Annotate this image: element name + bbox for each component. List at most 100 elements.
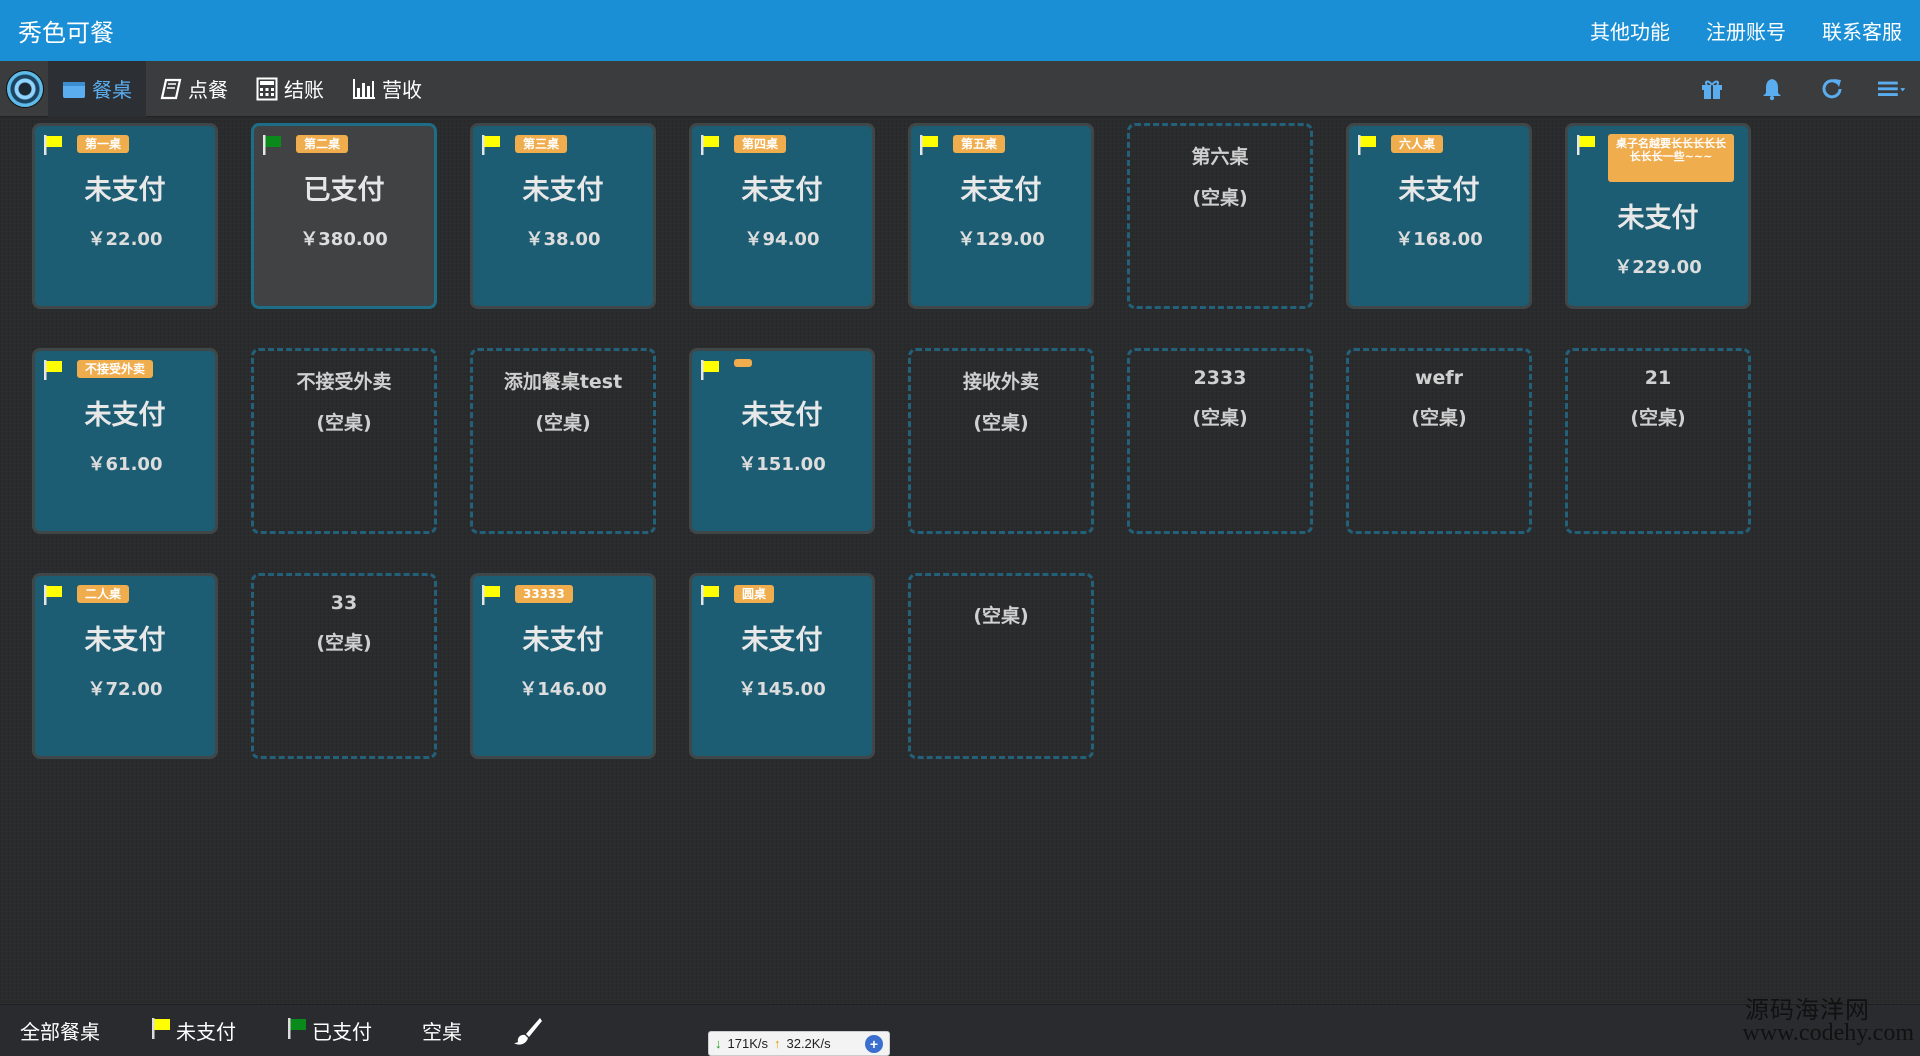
table-card[interactable]: wefr (空桌)	[1346, 348, 1532, 534]
empty-status: (空桌)	[1192, 187, 1248, 209]
payment-status: 未支付	[741, 175, 823, 206]
refresh-icon[interactable]	[1818, 75, 1846, 103]
table-card[interactable]: 第三桌未支付 ￥38.00	[470, 123, 656, 309]
brush-icon[interactable]	[512, 1015, 544, 1047]
filter-label: 已支付	[312, 1020, 372, 1044]
order-amount: ￥72.00	[87, 679, 163, 700]
table-card[interactable]: 接收外卖 (空桌)	[908, 348, 1094, 534]
payment-status: 未支付	[741, 400, 823, 431]
payment-status: 未支付	[1398, 175, 1480, 206]
table-card[interactable]: 桌子名越要长长长长长长长长一些~~~ 未支付 ￥229.00	[1565, 123, 1751, 309]
filter-paid[interactable]: 已支付	[286, 1016, 372, 1045]
nav-label: 点餐	[188, 78, 228, 102]
green-flag-icon	[261, 134, 283, 160]
table-name: 33	[330, 592, 358, 614]
nav-label: 营收	[382, 78, 422, 102]
gift-icon[interactable]	[1698, 75, 1726, 103]
yellow-flag-icon	[918, 134, 940, 160]
app-title: 秀色可餐	[18, 19, 114, 47]
table-card[interactable]: 不接受外卖 未支付 ￥61.00	[32, 348, 218, 534]
table-grid: 第一桌 未支付 ￥22.00 第二桌 已支付 ￥380.00 第三桌 未支付 ￥38.00 第四桌…	[32, 123, 1751, 759]
order-amount: ￥61.00	[87, 454, 163, 475]
payment-status: 未支付	[741, 625, 823, 656]
logo-icon	[6, 69, 44, 108]
table-name: 不接受外卖	[296, 371, 392, 393]
book-icon	[160, 78, 182, 100]
table-name-badge: 二人桌	[77, 585, 130, 603]
menu-icon[interactable]	[1878, 75, 1906, 103]
order-amount: ￥151.00	[738, 454, 826, 475]
table-name-badge: 第三桌	[515, 135, 568, 153]
table-card[interactable]: 未支付 ￥151.00	[689, 348, 875, 534]
table-name-badge: 第五桌	[953, 135, 1006, 153]
table-card[interactable]: 添加餐桌test (空桌)	[470, 348, 656, 534]
filter-empty[interactable]: 空桌	[422, 1016, 462, 1045]
table-card[interactable]: 二人桌未支付 ￥72.00	[32, 573, 218, 759]
order-amount: ￥22.00	[87, 229, 163, 250]
payment-status: 未支付	[84, 625, 166, 656]
filter-all-tables[interactable]: 全部餐桌	[20, 1016, 100, 1045]
yellow-flag-icon	[1575, 134, 1597, 160]
table-card[interactable]: 第二桌 已支付 ￥380.00	[251, 123, 437, 309]
filter-bar: 全部餐桌 未支付 已支付 空桌	[0, 1004, 1920, 1056]
table-card[interactable]: 第一桌 未支付 ￥22.00	[32, 123, 218, 309]
plus-icon[interactable]: +	[865, 1034, 883, 1053]
calculator-icon	[256, 77, 278, 101]
table-name: 2333	[1193, 367, 1247, 389]
table-card[interactable]: 第五桌 未支付 ￥129.00	[908, 123, 1094, 309]
network-speed-widget: ↓ 171K/s ↑ 32.2K/s +	[708, 1031, 890, 1056]
table-name-badge: 第一桌	[77, 135, 130, 153]
header-links: 其他功能 注册账号 联系客服	[1590, 16, 1902, 45]
nav-checkout[interactable]: 结账	[242, 61, 338, 117]
table-card[interactable]: 第六桌 (空桌)	[1127, 123, 1313, 309]
bar-chart-icon	[352, 78, 376, 100]
empty-status: (空桌)	[1630, 407, 1686, 429]
payment-status: 未支付	[522, 625, 604, 656]
table-card[interactable]: 不接受外卖 (空桌)	[251, 348, 437, 534]
nav-revenue[interactable]: 营收	[338, 61, 436, 117]
order-amount: ￥229.00	[1614, 257, 1702, 278]
nav-order[interactable]: 点餐	[146, 61, 242, 117]
order-amount: ￥145.00	[738, 679, 826, 700]
register-account-link[interactable]: 注册账号	[1706, 16, 1786, 45]
table-card[interactable]: 33 (空桌)	[251, 573, 437, 759]
table-name: 接收外卖	[962, 371, 1039, 393]
contact-support-link[interactable]: 联系客服	[1822, 16, 1902, 45]
yellow-flag-icon	[150, 1016, 172, 1045]
table-card[interactable]: 六人桌 未支付 ￥168.00	[1346, 123, 1532, 309]
table-name-badge: 第四桌	[734, 135, 787, 153]
yellow-flag-icon	[42, 359, 64, 385]
table-name: 21	[1644, 367, 1672, 389]
table-card[interactable]: 2333 (空桌)	[1127, 348, 1313, 534]
order-amount: ￥38.00	[525, 229, 601, 250]
main-nav: 餐桌 点餐 结账 营收	[0, 60, 1920, 117]
empty-status: (空桌)	[316, 412, 372, 434]
filter-label: 空桌	[422, 1020, 462, 1044]
table-card[interactable]: (空桌)	[908, 573, 1094, 759]
payment-status: 未支付	[522, 175, 604, 206]
table-card[interactable]: 圆桌 未支付 ￥145.00	[689, 573, 875, 759]
table-card[interactable]: 第四桌未支付 ￥94.00	[689, 123, 875, 309]
empty-status: (空桌)	[973, 412, 1029, 434]
table-card[interactable]: 21 (空桌)	[1565, 348, 1751, 534]
bell-icon[interactable]	[1758, 75, 1786, 103]
watermark: 源码海洋网 www.codehy.com	[1742, 998, 1914, 1045]
table-icon	[62, 79, 86, 99]
upload-speed: 32.2K/s	[786, 1036, 831, 1051]
filter-unpaid[interactable]: 未支付	[150, 1016, 236, 1045]
green-flag-icon	[286, 1016, 308, 1045]
watermark-line1: 源码海洋网	[1745, 998, 1870, 1024]
yellow-flag-icon	[42, 584, 64, 610]
empty-status: (空桌)	[1192, 407, 1248, 429]
table-card[interactable]: 33333 未支付 ￥146.00	[470, 573, 656, 759]
table-name: 第六桌	[1191, 146, 1249, 168]
nav-tables[interactable]: 餐桌	[48, 60, 146, 117]
order-amount: ￥168.00	[1395, 229, 1483, 250]
order-amount: ￥94.00	[744, 229, 820, 250]
table-name-badge: 桌子名越要长长长长长长长长一些~~~	[1608, 134, 1734, 182]
download-arrow-icon: ↓	[715, 1036, 722, 1051]
upload-arrow-icon: ↑	[773, 1036, 781, 1051]
yellow-flag-icon	[480, 584, 502, 610]
nav-label: 结账	[284, 78, 324, 102]
other-features-link[interactable]: 其他功能	[1590, 16, 1670, 45]
